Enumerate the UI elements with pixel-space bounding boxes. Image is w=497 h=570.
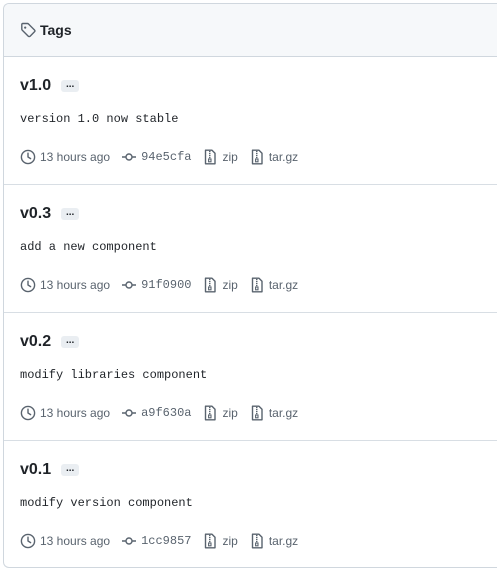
tag-meta: 13 hours ago 94e5cfa zip tar.gz [20,149,309,165]
file-zip-icon [205,405,217,421]
time-label: 13 hours ago [40,278,111,292]
tag-message: version 1.0 now stable [20,112,179,126]
targz-download[interactable]: tar.gz [249,405,298,421]
tag-name-link[interactable]: v0.2 [20,333,51,351]
clock-icon [20,277,36,293]
time-label: 13 hours ago [40,406,111,420]
tag-name-link[interactable]: v0.3 [20,205,51,223]
tag-row: v0.2 ... modify libraries component 13 h… [4,313,497,441]
time-label: 13 hours ago [40,534,111,548]
file-zip-icon [205,149,217,165]
tag-row: v0.3 ... add a new component 13 hours ag… [4,185,497,313]
file-zip-icon [205,533,217,549]
tag-name-link[interactable]: v1.0 [20,77,51,95]
tag-message: modify libraries component [20,368,208,382]
tag-message: modify version component [20,496,193,510]
expand-message-button[interactable]: ... [61,80,80,92]
expand-message-button[interactable]: ... [61,208,80,220]
clock-icon [20,149,36,165]
zip-download[interactable]: zip [202,405,238,421]
tag-commit[interactable]: 94e5cfa [121,149,191,165]
zip-download[interactable]: zip [202,533,238,549]
clock-icon [20,533,36,549]
expand-message-button[interactable]: ... [61,336,80,348]
clock-icon [20,405,36,421]
targz-download[interactable]: tar.gz [249,149,298,165]
commit-sha-link[interactable]: a9f630a [141,406,191,420]
tag-icon [20,22,36,38]
zip-link[interactable]: zip [222,534,237,548]
time-label: 13 hours ago [40,150,111,164]
file-zip-icon [251,405,263,421]
targz-link[interactable]: tar.gz [269,406,298,420]
tags-box: Tags v1.0 ... version 1.0 now stable 13 … [3,3,497,568]
targz-download[interactable]: tar.gz [249,277,298,293]
tag-meta: 13 hours ago 91f0900 zip tar.gz [20,277,309,293]
zip-download[interactable]: zip [202,277,238,293]
commit-sha-link[interactable]: 1cc9857 [141,534,191,548]
tag-time: 13 hours ago [20,533,110,549]
commit-icon [122,409,137,417]
tag-time: 13 hours ago [20,149,110,165]
zip-download[interactable]: zip [202,149,238,165]
commit-sha-link[interactable]: 94e5cfa [141,150,191,164]
zip-link[interactable]: zip [222,150,237,164]
commit-icon [122,153,137,161]
zip-link[interactable]: zip [222,278,237,292]
commit-sha-link[interactable]: 91f0900 [141,278,191,292]
tag-meta: 13 hours ago a9f630a zip tar.gz [20,405,309,421]
targz-link[interactable]: tar.gz [269,534,298,548]
tag-row: v1.0 ... version 1.0 now stable 13 hours… [4,57,497,185]
tags-header: Tags [4,4,497,57]
file-zip-icon [251,533,263,549]
file-zip-icon [251,149,263,165]
tag-meta: 13 hours ago 1cc9857 zip tar.gz [20,533,309,549]
targz-link[interactable]: tar.gz [269,150,298,164]
zip-link[interactable]: zip [222,406,237,420]
tags-title: Tags [40,22,72,38]
tag-time: 13 hours ago [20,405,110,421]
targz-download[interactable]: tar.gz [249,533,298,549]
tag-commit[interactable]: 1cc9857 [121,533,191,549]
tag-time: 13 hours ago [20,277,110,293]
tag-message: add a new component [20,240,157,254]
file-zip-icon [205,277,217,293]
commit-icon [122,537,137,545]
file-zip-icon [251,277,263,293]
tag-commit[interactable]: 91f0900 [121,277,191,293]
tag-commit[interactable]: a9f630a [121,405,191,421]
tag-name-link[interactable]: v0.1 [20,461,51,479]
tag-row: v0.1 ... modify version component 13 hou… [4,441,497,567]
expand-message-button[interactable]: ... [61,464,80,476]
targz-link[interactable]: tar.gz [269,278,298,292]
commit-icon [122,281,137,289]
